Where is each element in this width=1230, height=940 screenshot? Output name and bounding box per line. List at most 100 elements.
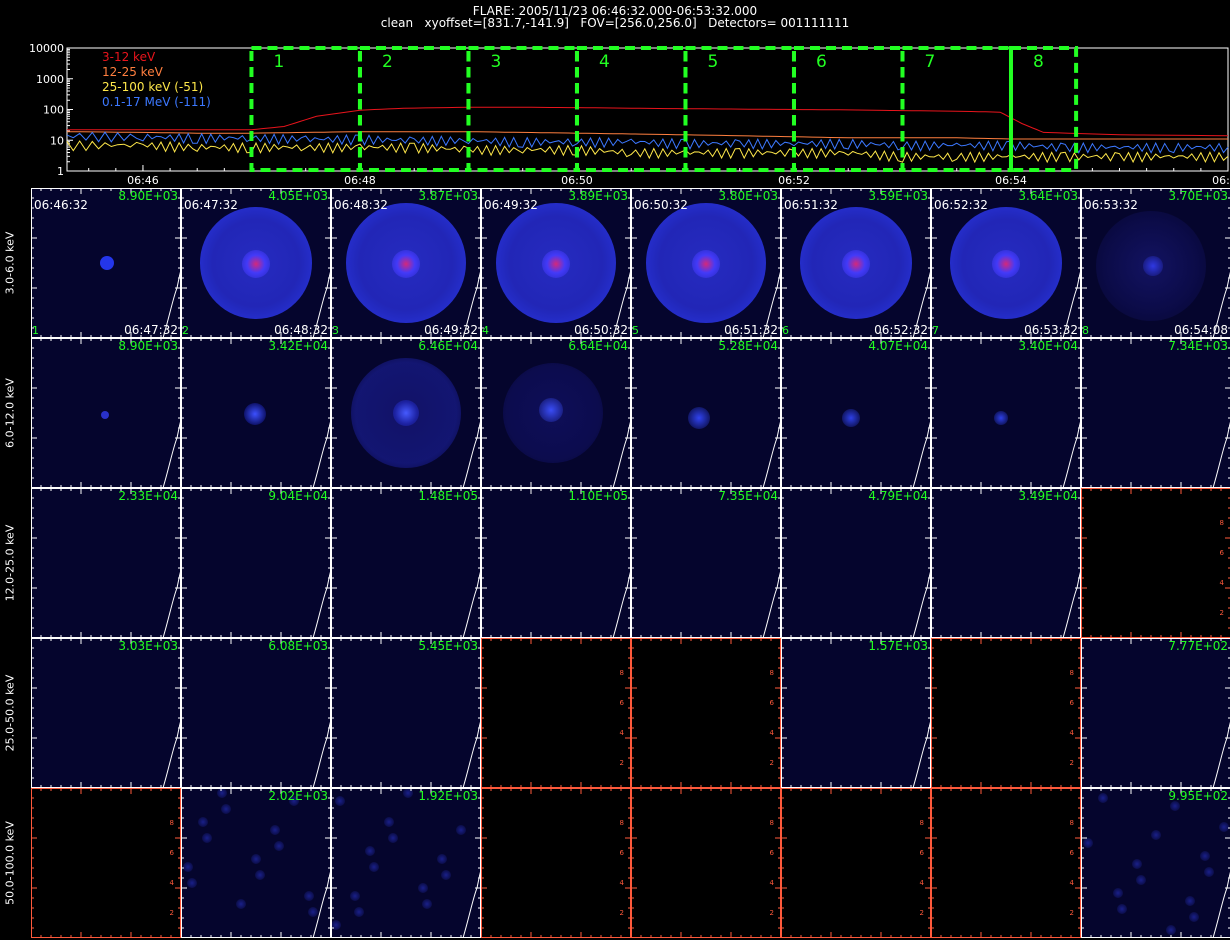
max-value: 3.03E+03 [118, 639, 178, 653]
max-value: 3.89E+03 [568, 189, 628, 203]
cell-axes [481, 488, 631, 638]
time-box-label: 4 [598, 52, 610, 72]
cell-axes: 2 4 6 8 [481, 638, 631, 788]
frame-border [331, 338, 481, 488]
cell-axes [1081, 338, 1230, 488]
axis-tick-label: 4 [1070, 729, 1075, 737]
frame-border [481, 338, 631, 488]
frame-border [331, 488, 481, 638]
max-value: 3.40E+04 [1018, 339, 1078, 353]
cell-axes: 2 4 6 8 [931, 638, 1081, 788]
axis-tick-label: 2 [620, 759, 624, 767]
max-value: 4.79E+04 [868, 489, 928, 503]
energy-row-label-text: 3.0-6.0 keV [3, 231, 17, 295]
interval-end-time: 06:52:32 [874, 323, 928, 337]
frame-border [1081, 488, 1230, 638]
cell-axes [31, 338, 181, 488]
interval-end-time: 06:51:32 [724, 323, 778, 337]
frame-border [931, 488, 1081, 638]
max-value: 1.48E+05 [418, 489, 478, 503]
frame-border [31, 488, 181, 638]
cell-axes [181, 638, 331, 788]
frame-border [781, 338, 931, 488]
empty-image-cell: 2 4 6 8 [31, 788, 181, 938]
axis-tick-label: 2 [920, 909, 924, 917]
interval-start-time: 06:49:32 [484, 198, 538, 212]
frame-border [181, 788, 331, 938]
axis-tick-label: 4 [1070, 879, 1075, 887]
image-cell: 6.64E+04 [481, 338, 631, 488]
energy-row-label: 25.0-50.0 keV [0, 638, 20, 788]
frame-border [181, 638, 331, 788]
frame-border [631, 638, 781, 788]
axis-tick-label: 4 [620, 879, 625, 887]
max-value: 9.95E+02 [1168, 789, 1228, 803]
cell-axes: 2 4 6 8 [781, 788, 931, 938]
max-value: 3.64E+03 [1018, 189, 1078, 203]
frame-border [31, 788, 181, 938]
image-cell: 2.33E+04 [31, 488, 181, 638]
interval-end-time: 06:47:32 [124, 323, 178, 337]
cell-axes [331, 638, 481, 788]
max-value: 3.59E+03 [868, 189, 928, 203]
frame-border [481, 638, 631, 788]
frame-border [331, 788, 481, 938]
axis-tick-label: 4 [1220, 579, 1225, 587]
time-box-label: 1 [273, 52, 285, 72]
series-line-2 [66, 140, 1229, 164]
interval-index: 8 [1082, 324, 1089, 337]
frame-border [631, 788, 781, 938]
cell-axes: 2 4 6 8 [1081, 488, 1230, 638]
axis-tick-label: 6 [620, 849, 625, 857]
interval-start-time: 06:46:32 [34, 198, 88, 212]
frame-border [481, 488, 631, 638]
time-box-label: 7 [924, 52, 936, 72]
image-cell: 7.34E+03 [1081, 338, 1230, 488]
interval-end-time: 06:48:32 [274, 323, 328, 337]
axis-tick-label: 8 [1220, 519, 1224, 527]
interval-start-time: 06:47:32 [184, 198, 238, 212]
frame-border [631, 488, 781, 638]
image-cell: 5.28E+04 [631, 338, 781, 488]
axis-tick-label: 4 [920, 879, 925, 887]
max-value: 5.28E+04 [718, 339, 778, 353]
image-cell: 3.40E+04 [931, 338, 1081, 488]
axis-tick-label: 6 [1070, 849, 1075, 857]
image-cell: 3.70E+03 06:53:32 06:54:08 8 [1081, 188, 1230, 338]
cell-axes [781, 488, 931, 638]
interval-start-time: 06:53:32 [1084, 198, 1138, 212]
time-box-3 [466, 46, 579, 172]
image-cell: 3.87E+03 06:48:32 06:49:32 3 [331, 188, 481, 338]
image-cell: 3.49E+04 [931, 488, 1081, 638]
legend-entry: 25-100 keV (-51) [102, 80, 204, 94]
max-value: 7.34E+03 [1168, 339, 1228, 353]
image-cell: 3.89E+03 06:49:32 06:50:32 4 [481, 188, 631, 338]
empty-image-cell: 2 4 6 8 [631, 638, 781, 788]
empty-image-cell: 2 4 6 8 [1081, 488, 1230, 638]
max-value: 8.90E+03 [118, 339, 178, 353]
frame-border [631, 338, 781, 488]
axis-tick-label: 2 [620, 909, 624, 917]
frame-border [931, 338, 1081, 488]
cell-axes [31, 488, 181, 638]
cell-axes [31, 638, 181, 788]
max-value: 7.35E+04 [718, 489, 778, 503]
image-cell: 3.59E+03 06:51:32 06:52:32 6 [781, 188, 931, 338]
image-cell: 1.48E+05 [331, 488, 481, 638]
cell-axes [1081, 638, 1230, 788]
image-cell: 1.92E+03 [331, 788, 481, 938]
interval-start-time: 06:48:32 [334, 198, 388, 212]
cell-axes [181, 788, 331, 938]
axis-tick-label: 6 [170, 849, 175, 857]
interval-index: 6 [782, 324, 789, 337]
image-cell: 8.90E+03 [31, 338, 181, 488]
cell-axes [331, 788, 481, 938]
cell-axes [181, 338, 331, 488]
profile-trace [1212, 871, 1230, 938]
frame-border [181, 488, 331, 638]
max-value: 6.46E+04 [418, 339, 478, 353]
image-cell: 8.90E+03 06:46:32 06:47:32 1 [31, 188, 181, 338]
cell-axes: 2 4 6 8 [31, 788, 181, 938]
x-tick-label: 06:56 [1212, 174, 1230, 187]
x-tick-label: 06:46 [127, 174, 159, 187]
